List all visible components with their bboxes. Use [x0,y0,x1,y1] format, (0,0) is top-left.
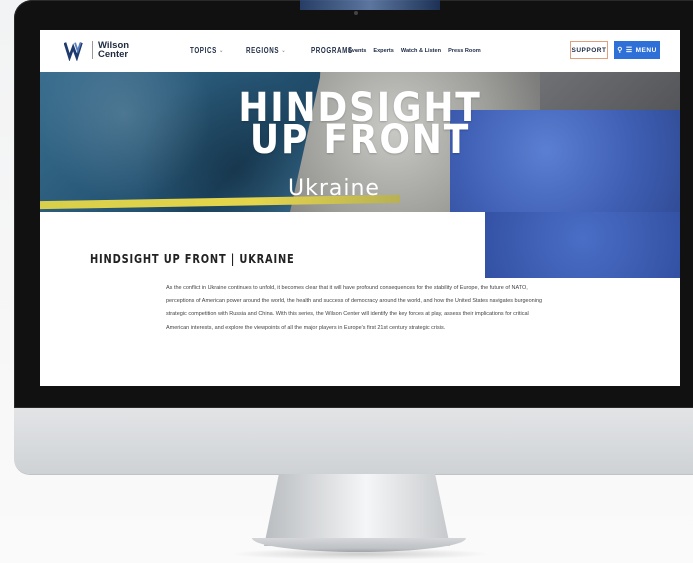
site-header: Wilson Center TOPICS ⌄ REGIONS ⌄ PROGRAM… [40,30,680,72]
floor-shadow [230,548,490,560]
menu-label: MENU [635,46,657,54]
nav-regions-label: REGIONS [246,46,280,55]
monitor-stand [264,474,450,546]
nav-watch-listen[interactable]: Watch & Listen [401,48,441,54]
camera [354,11,358,15]
logo-text: Wilson Center [92,41,129,59]
chevron-down-icon: ⌄ [219,48,224,54]
menu-button[interactable]: ⚲ ☰ MENU [614,41,660,59]
logo-line-2: Center [98,49,129,60]
nav-programs-label: PROGRAMS [310,46,353,55]
support-button[interactable]: SUPPORT [570,41,608,59]
secondary-nav: Events Experts Watch & Listen Press Room [348,48,481,54]
hero-banner: HINDSIGHT UP FRONT Ukraine [40,72,680,212]
bezel-reflection [300,0,440,10]
page-title: HINDSIGHT UP FRONT | UKRAINE [90,252,295,266]
nav-events[interactable]: Events [348,48,366,54]
nav-topics-label: TOPICS [190,46,217,55]
primary-nav: TOPICS ⌄ REGIONS ⌄ PROGRAMS ⌄ [190,46,373,55]
hero-title: HINDSIGHT UP FRONT [190,88,530,163]
hero-title-line-2: UP FRONT [249,117,471,163]
nav-topics[interactable]: TOPICS ⌄ [190,46,224,55]
wilson-logo-icon [64,42,83,61]
content-accent-block [485,212,680,278]
nav-regions[interactable]: REGIONS ⌄ [246,46,286,55]
hamburger-icon: ☰ [625,47,633,54]
intro-paragraph: As the conflict in Ukraine continues to … [166,285,543,331]
wilson-center-logo[interactable]: Wilson Center [64,39,129,61]
hero-subtitle: Ukraine [288,176,380,201]
search-icon: ⚲ [617,47,623,54]
nav-experts[interactable]: Experts [373,48,394,54]
screen: Wilson Center TOPICS ⌄ REGIONS ⌄ PROGRAM… [40,30,680,386]
monitor-chin [14,408,693,474]
nav-press-room[interactable]: Press Room [448,48,481,54]
chevron-down-icon: ⌄ [281,48,287,54]
hero-texture-dark [540,72,680,112]
